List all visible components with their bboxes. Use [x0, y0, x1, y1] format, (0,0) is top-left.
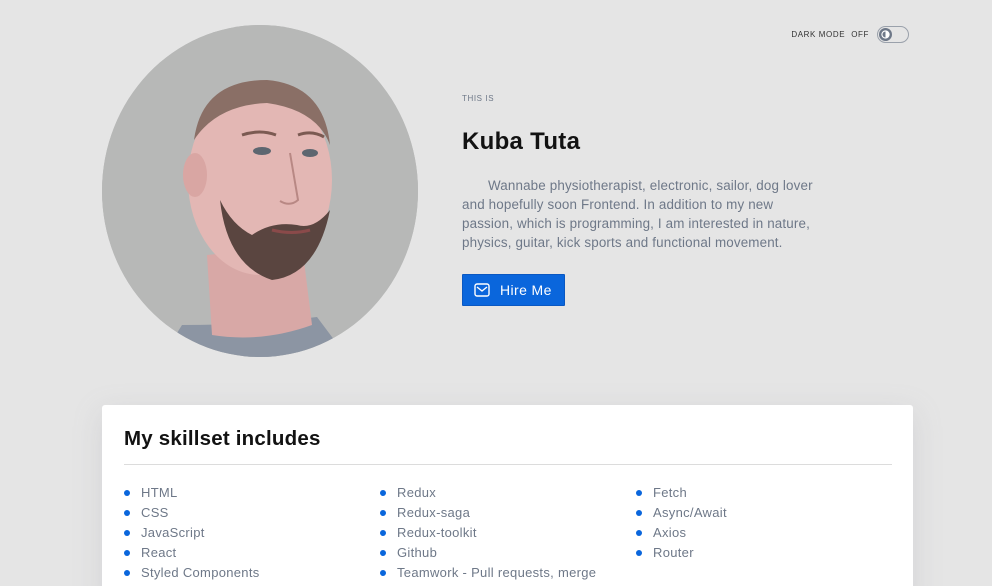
- skill-item: Async/Await: [636, 505, 892, 525]
- skill-item: Axios: [636, 525, 892, 545]
- skillset-card: My skillset includes HTML CSS JavaScript…: [102, 405, 913, 586]
- skill-item: Redux: [380, 485, 636, 505]
- divider: [124, 464, 892, 465]
- profile-photo: [102, 25, 418, 357]
- skill-item: Styled Components: [124, 565, 380, 585]
- skill-item: Teamwork - Pull requests, merge: [380, 565, 636, 585]
- dark-mode-toggle[interactable]: DARK MODE OFF: [791, 26, 909, 43]
- dark-mode-switch[interactable]: [877, 26, 909, 43]
- mail-icon: [474, 283, 490, 297]
- eyebrow-text: THIS IS: [462, 94, 495, 103]
- hire-me-label: Hire Me: [500, 282, 552, 298]
- dark-mode-state: OFF: [851, 30, 869, 39]
- skill-column-2: Redux Redux-saga Redux-toolkit Github Te…: [380, 485, 636, 585]
- bio-text: Wannabe physiotherapist, electronic, sai…: [462, 178, 813, 250]
- skill-item: Fetch: [636, 485, 892, 505]
- skillset-title: My skillset includes: [124, 427, 321, 450]
- dark-mode-label: DARK MODE: [791, 30, 846, 39]
- portrait-illustration: [102, 25, 418, 357]
- skill-column-3: Fetch Async/Await Axios Router: [636, 485, 892, 585]
- hire-me-button[interactable]: Hire Me: [462, 274, 565, 306]
- skill-columns: HTML CSS JavaScript React Styled Compone…: [124, 485, 892, 585]
- skill-column-1: HTML CSS JavaScript React Styled Compone…: [124, 485, 380, 585]
- intro-section: THIS IS Kuba Tuta Wannabe physiotherapis…: [462, 94, 822, 306]
- skill-item: Router: [636, 545, 892, 565]
- moon-icon: [881, 30, 890, 39]
- skill-item: Redux-saga: [380, 505, 636, 525]
- skill-item: JavaScript: [124, 525, 380, 545]
- skill-item: Github: [380, 545, 636, 565]
- skill-item: HTML: [124, 485, 380, 505]
- skill-item: Redux-toolkit: [380, 525, 636, 545]
- skill-item: CSS: [124, 505, 380, 525]
- page-title: Kuba Tuta: [462, 128, 581, 155]
- toggle-knob: [879, 28, 892, 41]
- skill-item: React: [124, 545, 380, 565]
